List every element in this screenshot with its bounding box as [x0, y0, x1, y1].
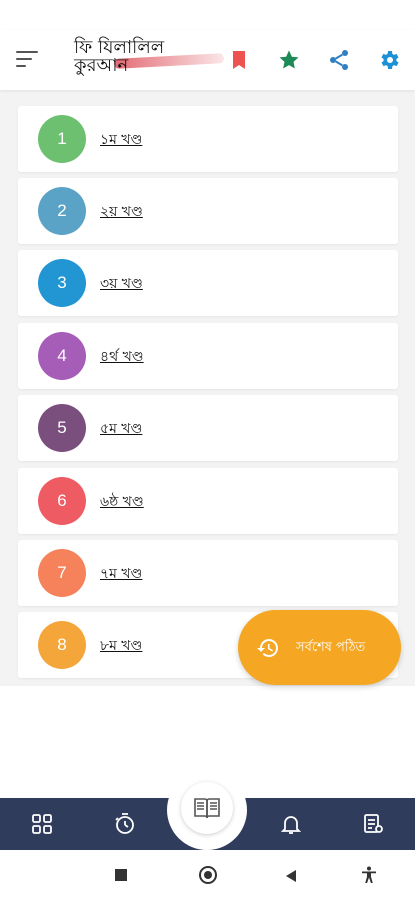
bell-icon[interactable]	[279, 812, 303, 836]
list-item[interactable]: 6 ৬ষ্ঠ খণ্ড	[18, 468, 398, 534]
system-navigation	[0, 850, 415, 900]
volume-label: ৭ম খণ্ড	[100, 566, 143, 582]
volume-label: ৪র্থ খণ্ড	[100, 349, 144, 365]
history-icon	[256, 636, 280, 660]
list-item[interactable]: 3 ৩য় খণ্ড	[18, 250, 398, 316]
volume-number-badge: 6	[38, 477, 86, 525]
volume-label: ৩য় খণ্ড	[100, 276, 143, 292]
app-title-line2: কুরআন	[74, 55, 129, 76]
notes-icon[interactable]	[361, 812, 385, 836]
back-icon[interactable]	[284, 868, 298, 887]
list-item[interactable]: 7 ৭ম খণ্ড	[18, 540, 398, 606]
list-item[interactable]: 1 ১ম খণ্ড	[18, 106, 398, 172]
volume-number-badge: 3	[38, 259, 86, 307]
recents-icon[interactable]	[115, 869, 127, 881]
share-icon[interactable]	[327, 48, 351, 72]
volume-number-badge: 2	[38, 187, 86, 235]
app-bar: ফি যিলালিল কুরআন	[0, 30, 415, 90]
accessibility-icon[interactable]	[361, 866, 377, 888]
screen: ফি যিলালিল কুরআন 1 ১ম খণ্ড 2 ২য় খণ্ড 3 …	[0, 0, 415, 900]
volume-number-badge: 1	[38, 115, 86, 163]
grid-icon[interactable]	[30, 812, 54, 836]
home-icon[interactable]	[199, 866, 217, 884]
volume-label: ৬ষ্ঠ খণ্ড	[100, 494, 144, 510]
timer-icon[interactable]	[113, 812, 137, 836]
volume-label: ২য় খণ্ড	[100, 204, 143, 220]
book-icon[interactable]	[181, 782, 233, 834]
volume-number-badge: 4	[38, 332, 86, 380]
list-item[interactable]: 4 ৪র্থ খণ্ড	[18, 323, 398, 389]
bottom-nav-center	[167, 770, 247, 850]
bookmark-icon[interactable]	[227, 48, 251, 72]
volume-number-badge: 5	[38, 404, 86, 452]
gear-icon[interactable]	[377, 48, 401, 72]
list-item[interactable]: 2 ২য় খণ্ড	[18, 178, 398, 244]
volume-label: ৮ম খণ্ড	[100, 638, 143, 654]
volume-label: ১ম খণ্ড	[100, 132, 143, 148]
volume-list: 1 ১ম খণ্ড 2 ২য় খণ্ড 3 ৩য় খণ্ড 4 ৪র্থ খ…	[0, 90, 415, 686]
list-item[interactable]: 5 ৫ম খণ্ড	[18, 395, 398, 461]
app-logo: ফি যিলালিল কুরআন	[74, 38, 225, 84]
last-read-label: সর্বশেষ পঠিত	[296, 640, 366, 655]
volume-number-badge: 8	[38, 621, 86, 669]
menu-icon[interactable]	[16, 46, 42, 72]
volume-number-badge: 7	[38, 549, 86, 597]
volume-label: ৫ম খণ্ড	[100, 421, 143, 437]
star-icon[interactable]	[277, 48, 301, 72]
last-read-button[interactable]: সর্বশেষ পঠিত	[238, 610, 401, 685]
